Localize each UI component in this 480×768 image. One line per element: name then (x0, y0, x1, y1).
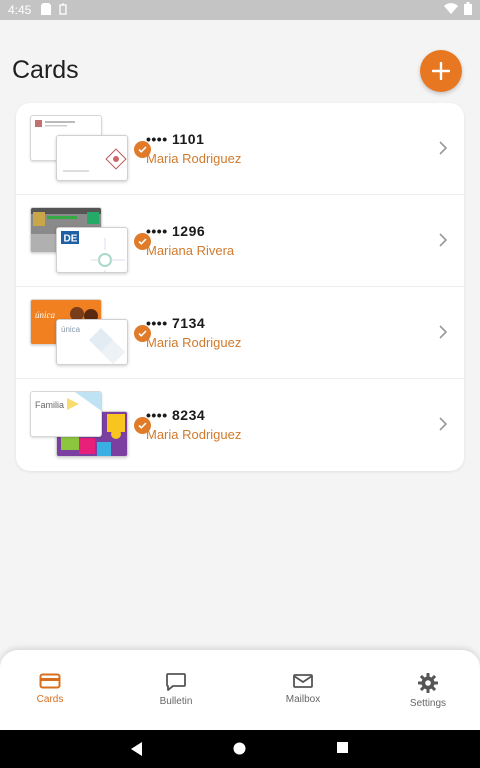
chat-bubble-icon (166, 673, 186, 691)
card-thumbnail: DE (30, 207, 151, 275)
chevron-right-icon (439, 325, 448, 339)
nav-label: Bulletin (159, 696, 193, 707)
card-holder-name: Mariana Rivera (146, 243, 235, 258)
card-row[interactable]: Familia •••• 8234 Maria Rodriguez (16, 379, 464, 471)
wifi-icon (444, 3, 458, 17)
card-front-image: única (56, 319, 128, 365)
recents-icon[interactable] (337, 742, 348, 753)
chevron-right-icon (439, 417, 448, 431)
card-thumbnail: única única (30, 299, 151, 367)
card-thumbnail (30, 115, 151, 183)
battery-saver-icon (59, 3, 68, 18)
gear-icon (418, 673, 438, 693)
card-logo-text: Familia (35, 400, 64, 410)
card-logo-text: única (61, 325, 81, 334)
nav-item-bulletin[interactable]: Bulletin (136, 672, 216, 707)
card-number: •••• 8234 (146, 407, 206, 423)
card-holder-name: Maria Rodriguez (146, 427, 242, 442)
nav-item-settings[interactable]: Settings (388, 672, 468, 709)
nav-label: Cards (36, 694, 64, 705)
card-logo-text: única (35, 310, 55, 320)
nav-label: Mailbox (285, 694, 321, 705)
system-nav-bar (0, 730, 480, 768)
card-row[interactable]: DE •••• 1296 Mariana Rivera (16, 195, 464, 287)
card-logo-text: DE (64, 234, 78, 245)
nav-label: Settings (409, 698, 447, 709)
card-holder-name: Maria Rodriguez (146, 151, 242, 166)
back-icon[interactable] (131, 742, 143, 756)
status-bar: 4:45 (0, 0, 480, 20)
card-back-image: Familia (30, 391, 102, 437)
card-holder-name: Maria Rodriguez (146, 335, 242, 350)
bottom-nav: Cards Bulletin Mailbox Settings (0, 650, 480, 730)
nav-item-mailbox[interactable]: Mailbox (263, 672, 343, 705)
chevron-right-icon (439, 141, 448, 155)
home-icon[interactable] (233, 742, 246, 755)
envelope-icon (293, 674, 313, 688)
sd-card-icon (41, 2, 52, 18)
chevron-right-icon (439, 233, 448, 247)
card-number: •••• 1296 (146, 223, 206, 239)
credit-card-icon (39, 673, 61, 689)
card-thumbnail: Familia (30, 391, 151, 459)
battery-icon (464, 2, 472, 18)
status-time: 4:45 (8, 3, 32, 17)
card-list: •••• 1101 Maria Rodriguez DE •••• 1296 M… (16, 103, 464, 471)
page-title: Cards (12, 56, 79, 84)
card-number: •••• 7134 (146, 315, 206, 331)
plus-icon (432, 62, 450, 80)
card-row[interactable]: •••• 1101 Maria Rodriguez (16, 103, 464, 195)
add-card-button[interactable] (420, 50, 462, 92)
card-front-image (56, 135, 128, 181)
card-front-image: DE (56, 227, 128, 273)
card-number: •••• 1101 (146, 131, 205, 147)
card-row[interactable]: única única •••• 7134 Maria Rodriguez (16, 287, 464, 379)
nav-item-cards[interactable]: Cards (10, 672, 90, 705)
